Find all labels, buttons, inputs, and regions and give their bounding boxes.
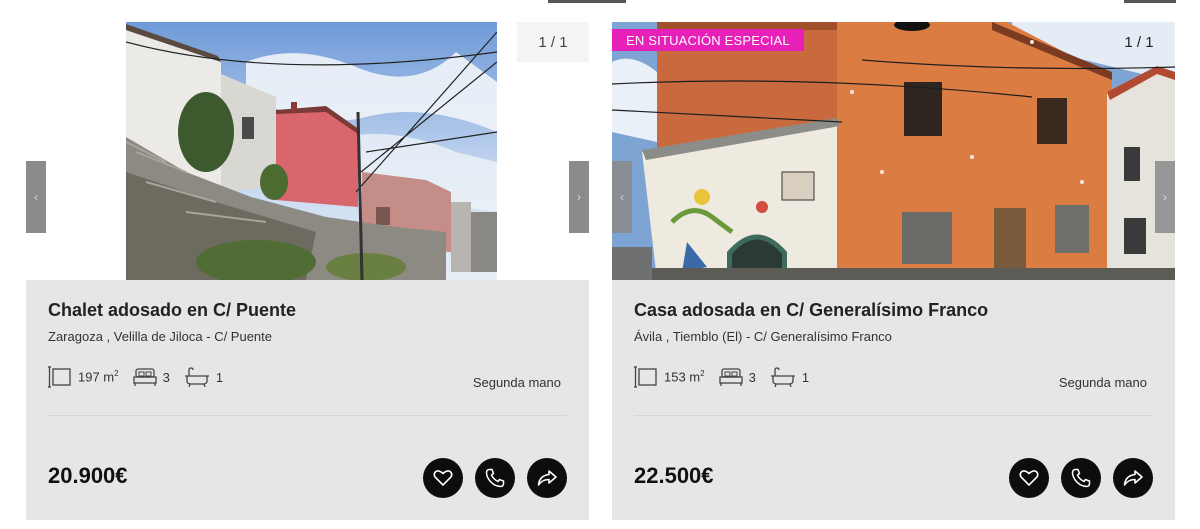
- chevron-left-icon: ‹: [620, 190, 624, 204]
- call-button[interactable]: [1061, 458, 1101, 498]
- condition-label: Segunda mano: [1058, 375, 1147, 390]
- image-counter: 1 / 1: [1124, 33, 1154, 51]
- bath-icon: [184, 367, 209, 387]
- listing-info: Casa adosada en C/ Generalísimo Franco Á…: [634, 280, 1153, 520]
- favorite-button[interactable]: [423, 458, 463, 498]
- favorite-button[interactable]: [1009, 458, 1049, 498]
- top-tab-indicator-left: [548, 0, 626, 3]
- bedrooms-feature: 3: [132, 367, 170, 387]
- area-icon: [48, 366, 71, 388]
- image-counter: 1 / 1: [517, 22, 589, 62]
- heart-icon: [1019, 470, 1039, 487]
- bedrooms-value: 3: [748, 369, 756, 385]
- carousel-prev-button[interactable]: ‹: [26, 161, 46, 233]
- listing-price: 20.900€: [48, 463, 128, 488]
- photo-carousel[interactable]: EN SITUACIÓN ESPECIAL 1 / 1 ‹ ›: [612, 22, 1175, 280]
- listing-info: Chalet adosado en C/ Puente Zaragoza , V…: [48, 280, 567, 520]
- area-feature: 197 m2: [48, 366, 119, 388]
- area-icon: [634, 366, 657, 388]
- divider: [634, 415, 1153, 416]
- listing-photo[interactable]: [126, 22, 497, 280]
- share-icon: [1123, 470, 1143, 486]
- call-button[interactable]: [475, 458, 515, 498]
- bedrooms-value: 3: [162, 369, 170, 385]
- share-button[interactable]: [527, 458, 567, 498]
- condition-label: Segunda mano: [472, 375, 561, 390]
- phone-icon: [1071, 468, 1091, 488]
- special-situation-badge: EN SITUACIÓN ESPECIAL: [612, 29, 804, 51]
- carousel-next-button[interactable]: ›: [1155, 161, 1175, 233]
- bathrooms-feature: 1: [770, 367, 809, 387]
- area-value: 197 m2: [78, 369, 119, 385]
- divider: [48, 415, 567, 416]
- listing-card[interactable]: EN SITUACIÓN ESPECIAL 1 / 1 ‹ › Casa ado…: [612, 22, 1175, 520]
- bathrooms-value: 1: [801, 369, 810, 385]
- listing-card[interactable]: 1 / 1 ‹ › Chalet adosado en C/ Puente Za…: [26, 22, 589, 520]
- share-button[interactable]: [1113, 458, 1153, 498]
- share-icon: [537, 470, 557, 486]
- phone-icon: [485, 468, 505, 488]
- listing-title[interactable]: Chalet adosado en C/ Puente: [48, 300, 296, 321]
- bed-icon: [718, 368, 743, 386]
- chevron-right-icon: ›: [577, 190, 581, 204]
- bathrooms-value: 1: [215, 369, 224, 385]
- listing-price: 22.500€: [634, 463, 714, 488]
- listing-location: Zaragoza , Velilla de Jiloca - C/ Puente: [48, 329, 273, 344]
- listing-photo[interactable]: [612, 22, 1175, 280]
- area-value: 153 m2: [664, 369, 705, 385]
- listing-actions: [411, 458, 567, 498]
- top-tab-indicator-right: [1124, 0, 1176, 3]
- bedrooms-feature: 3: [718, 367, 756, 387]
- chevron-right-icon: ›: [1163, 190, 1167, 204]
- listing-title[interactable]: Casa adosada en C/ Generalísimo Franco: [634, 300, 988, 321]
- bed-icon: [132, 368, 157, 386]
- photo-carousel[interactable]: 1 / 1 ‹ ›: [26, 22, 589, 280]
- listing-actions: [997, 458, 1153, 498]
- chevron-left-icon: ‹: [34, 190, 38, 204]
- bath-icon: [770, 367, 795, 387]
- area-feature: 153 m2: [634, 366, 705, 388]
- listing-location: Ávila , Tiemblo (El) - C/ Generalísimo F…: [634, 329, 892, 344]
- heart-icon: [433, 470, 453, 487]
- listing-features: 153 m2 3 1: [634, 366, 823, 388]
- carousel-prev-button[interactable]: ‹: [612, 161, 632, 233]
- bathrooms-feature: 1: [184, 367, 223, 387]
- listing-features: 197 m2 3 1: [48, 366, 237, 388]
- carousel-next-button[interactable]: ›: [569, 161, 589, 233]
